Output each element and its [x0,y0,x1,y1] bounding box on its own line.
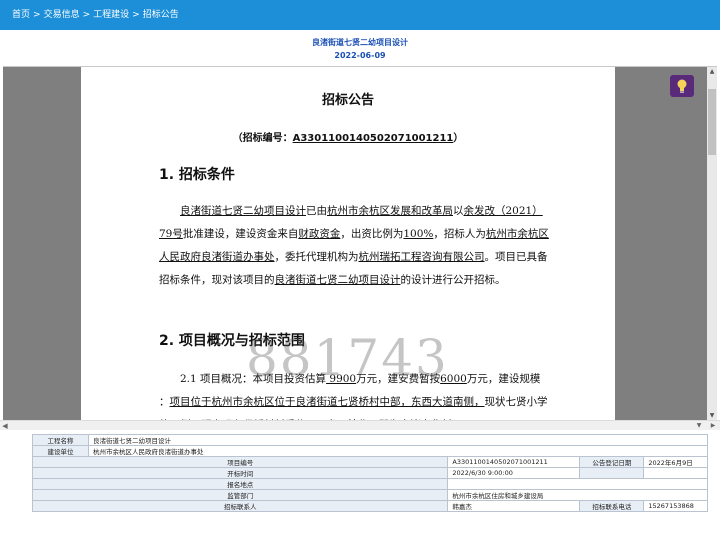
table-cell-value: A3301100140502071001211 [447,456,581,468]
document-viewer[interactable]: 招标公告 （招标编号：A3301100140502071001211） 1. 招… [3,66,717,420]
table-cell-label: 招标联系电话 [579,500,645,512]
breadcrumb-separator: > [82,10,91,20]
text-run: 良渚街道七贤二幼项目设计 [180,205,306,217]
table-row: 建设单位 杭州市余杭区人民政府良渚街道办事处 [32,445,708,457]
table-cell-value [447,478,708,490]
table-cell-value: 2022年6月9日 [643,456,708,468]
text-run: 财政资金 [298,228,341,240]
table-cell-label: 公告登记日期 [579,456,645,468]
text-run: 杭州瑞拓工程咨询有限公司 [358,251,485,263]
text-run: 的设计进行公开招标。 [400,274,506,286]
breadcrumb-engineering[interactable]: 工程建设 [93,10,129,20]
table-row: 招标联系人 韩嘉杰 招标联系电话 15267153868 [31,500,708,512]
text-run: 已由 [306,205,327,217]
tender-code-prefix: （招标编号： [232,133,293,144]
table-cell-label: 工程名称 [32,434,89,446]
text-run: 批准建设，建设资金来自 [182,228,299,240]
table-cell-value: 杭州市余杭区人民政府良渚街道办事处 [88,445,708,457]
table-cell-label: 招标联系人 [31,500,449,512]
tender-code-value: A3301100140502071001211 [292,133,454,144]
horizontal-scrollbar[interactable]: ◀ ▼ ▶ [0,420,720,430]
table-cell-label: 报名地点 [31,478,449,490]
table-cell-label: 建设单位 [32,445,89,457]
table-row: 监管部门 杭州市余杭区住房和城乡建设局 [31,489,708,501]
breadcrumb: 首页 > 交易信息 > 工程建设 > 招标公告 [0,0,720,30]
table-row: 报名地点 [31,478,708,490]
table-cell-value: 2022/6/30 9:00:00 [447,467,581,479]
page-title: 良渚街道七贤二幼项目设计 [312,38,408,47]
table-cell-label [579,467,645,479]
table-row: 项目编号 A3301100140502071001211 公告登记日期 2022… [31,456,708,468]
hint-button[interactable] [670,75,694,97]
section1-heading: 1. 招标条件 [159,167,235,183]
scroll-right-icon[interactable]: ▶ [708,421,718,431]
tender-code: （招标编号：A3301100140502071001211） [81,129,615,144]
page-header: 良渚街道七贤二幼项目设计 2022-06-09 [0,30,720,66]
table-cell-label: 监管部门 [31,489,449,501]
scrollbar-thumb[interactable] [708,89,716,155]
text-run: ，委托代理机构为 [274,251,359,263]
tender-code-suffix: ） [453,133,464,144]
breadcrumb-trade-info[interactable]: 交易信息 [44,10,80,20]
table-cell-value: 杭州市余杭区住房和城乡建设局 [447,489,708,501]
vertical-scrollbar[interactable]: ▲ ▼ [707,67,717,420]
table-cell-value: 15267153868 [643,500,708,512]
lightbulb-icon [677,79,687,93]
table-row: 开标时间 2022/6/30 9:00:00 [31,467,708,479]
scroll-down-small-icon[interactable]: ▼ [694,421,704,431]
document-page: 招标公告 （招标编号：A3301100140502071001211） 1. 招… [81,67,615,420]
scroll-left-icon[interactable]: ◀ [0,421,10,431]
section1-paragraph: 良渚街道七贤二幼项目设计已由杭州市余杭区发展和改革局以余发改（2021）79号批… [159,200,551,292]
watermark: 881743 [246,329,449,387]
table-cell-label: 开标时间 [31,467,449,479]
table-cell-label: 项目编号 [31,456,449,468]
document-title: 招标公告 [321,93,374,108]
publish-date: 2022-06-09 [334,51,386,60]
table-cell-value: 良渚街道七贤二幼项目设计 [88,434,708,446]
text-run: 100% [403,228,434,240]
table-cell-value [643,467,708,479]
table-row: 工程名称 良渚街道七贤二幼项目设计 [32,434,708,446]
breadcrumb-separator: > [132,10,140,20]
breadcrumb-current: 招标公告 [142,10,179,20]
project-info-table: 工程名称 良渚街道七贤二幼项目设计 建设单位 杭州市余杭区人民政府良渚街道办事处… [31,434,708,512]
text-run: 以 [453,205,464,217]
text-run: 杭州市余杭区发展和改革局 [327,205,453,217]
table-cell-value: 韩嘉杰 [447,500,581,512]
text-run: 项目位于杭州市余杭区位于良渚街道七贤桥村中部，东西大道南侧， [169,396,485,408]
breadcrumb-home[interactable]: 首页 [12,10,30,20]
scroll-down-icon[interactable]: ▼ [707,411,717,420]
breadcrumb-separator: > [33,10,41,20]
text-run: 良渚街道七贤二幼项目设计 [274,274,401,286]
text-run: ，出资比例为 [340,228,404,240]
text-run: ，招标人为 [433,228,486,240]
scroll-up-icon[interactable]: ▲ [707,67,717,77]
